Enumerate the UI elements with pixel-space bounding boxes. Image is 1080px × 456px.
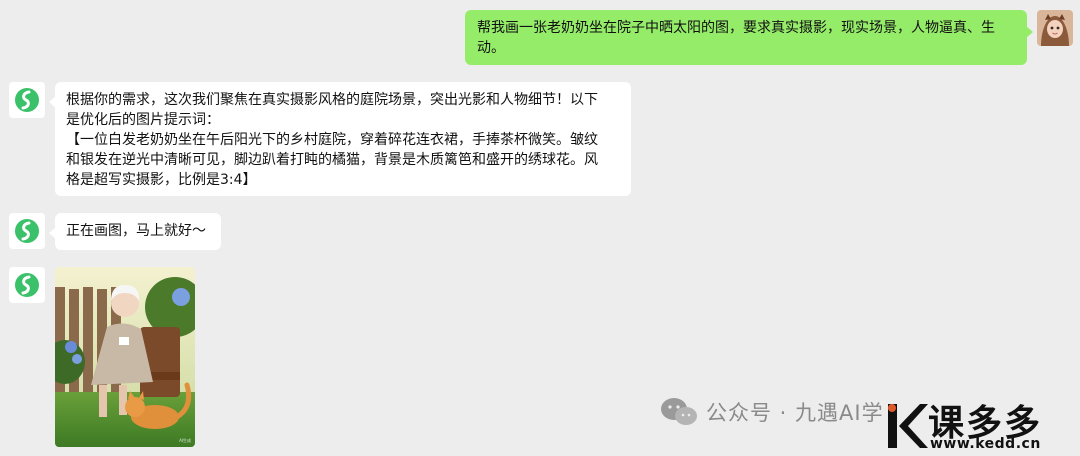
bot-reply-line: 是优化后的图片提示词： xyxy=(66,112,220,128)
grandma-garden-photo xyxy=(55,267,195,447)
channel-watermark: 公众号 · 九遇AI学 xyxy=(660,392,884,432)
bot-reply-bubble[interactable]: 根据你的需求，这次我们聚焦在真实摄影风格的庭院场景，突出光影和人物细节！以下 是… xyxy=(49,82,631,196)
bot-reply-line: 和银发在逆光中清晰可见，脚边趴着打盹的橘猫，背景是木质篱笆和盛开的绣球花。风 xyxy=(66,152,598,168)
generated-photo[interactable]: AI生成 xyxy=(55,267,195,447)
user-message-bubble[interactable]: 帮我画一张老奶奶坐在院子中晒太阳的图，要求真实摄影，现实场景，人物逼真、生动。 xyxy=(465,10,1033,65)
user-avatar-image xyxy=(1037,10,1073,46)
bot-avatar[interactable] xyxy=(9,213,45,249)
wechat-icon xyxy=(661,398,697,425)
photo-caption: AI生成 xyxy=(179,438,191,443)
user-avatar[interactable] xyxy=(1037,10,1073,46)
bot-reply-line: 格是超写实摄影，比例是3:4】 xyxy=(66,172,257,188)
bot-reply-line: 根据你的需求，这次我们聚焦在真实摄影风格的庭院场景，突出光影和人物细节！以下 xyxy=(66,92,598,108)
assistant-logo-icon xyxy=(15,219,39,243)
assistant-logo-icon xyxy=(15,273,39,297)
bot-avatar[interactable] xyxy=(9,267,45,303)
bot-avatar[interactable] xyxy=(9,82,45,118)
bot-status-bubble[interactable]: 正在画图，马上就好～ xyxy=(49,213,221,250)
brand-watermark: 课多多 www.kedd.cn xyxy=(884,396,1080,456)
brand-url: www.kedd.cn xyxy=(930,436,1041,452)
user-message-text: 帮我画一张老奶奶坐在院子中晒太阳的图，要求真实摄影，现实场景，人物逼真、生动。 xyxy=(477,20,995,56)
bot-reply-line: 【一位白发老奶奶坐在午后阳光下的乡村庭院，穿着碎花连衣裙，手捧茶杯微笑。皱纹 xyxy=(66,132,598,148)
assistant-logo-icon xyxy=(15,88,39,112)
brand-logo-icon xyxy=(888,404,928,448)
channel-watermark-text: 公众号 · 九遇AI学 xyxy=(706,401,884,425)
bot-status-text: 正在画图，马上就好～ xyxy=(66,223,206,239)
